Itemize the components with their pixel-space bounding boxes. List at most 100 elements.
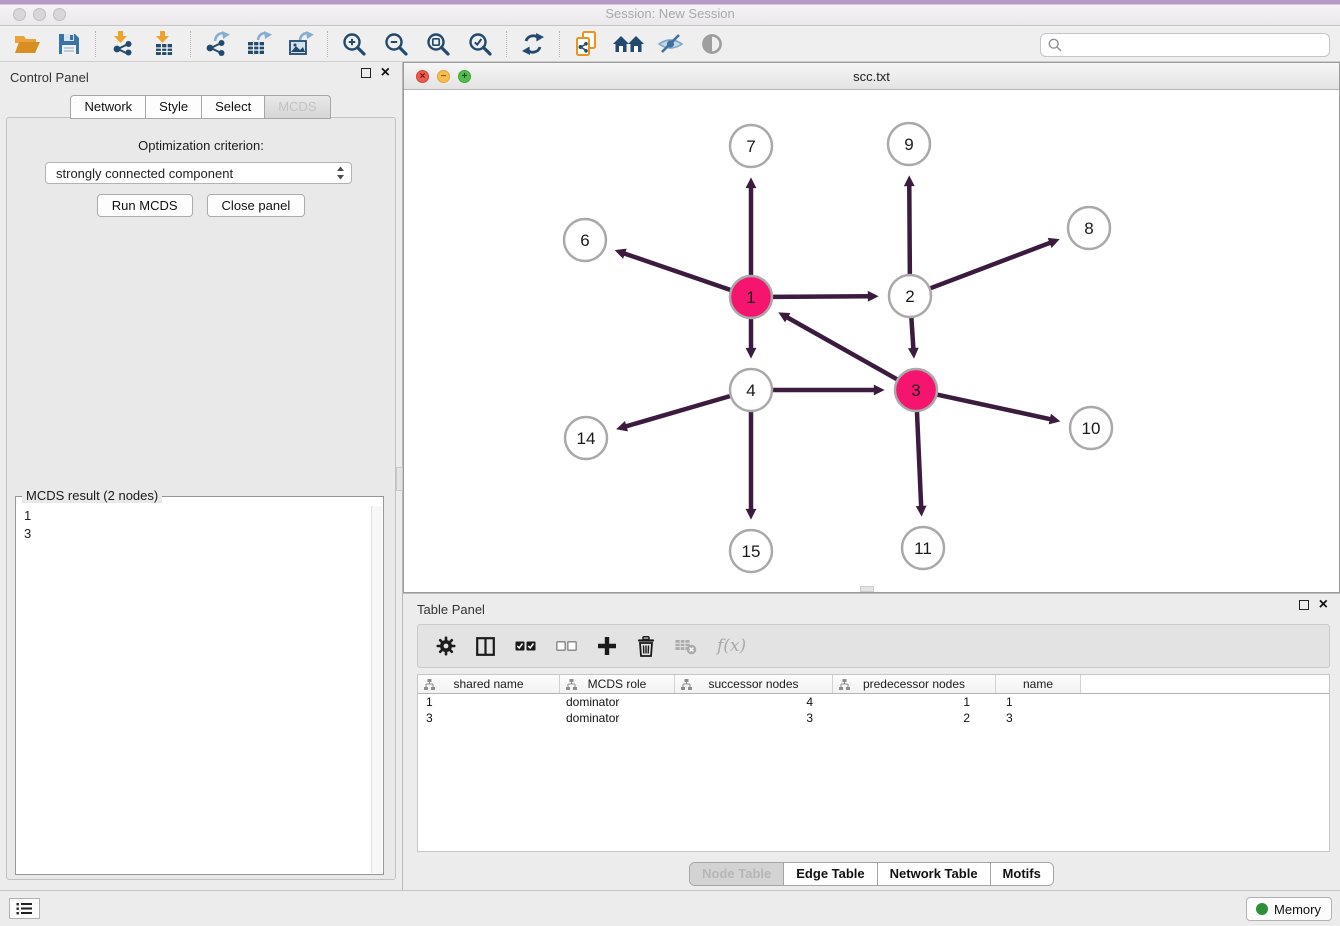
import-network-button[interactable] (101, 28, 143, 60)
cell-mcds-role[interactable]: dominator (560, 695, 675, 709)
delete-table-button-disabled[interactable] (675, 638, 697, 655)
graph-edge-2-3[interactable] (911, 318, 913, 350)
graph-node-label: 14 (577, 429, 596, 448)
export-network-button[interactable] (196, 28, 238, 60)
app-titlebar: Session: New Session (0, 0, 1340, 26)
column-header-successor-nodes[interactable]: successor nodes (675, 675, 833, 693)
graph-edge-3-1[interactable] (786, 317, 897, 380)
graph-edge-2-9[interactable] (909, 184, 910, 274)
zoom-in-button[interactable] (333, 28, 375, 60)
cell-name[interactable]: 3 (996, 711, 1081, 725)
show-column-button[interactable] (476, 637, 495, 656)
close-panel-button[interactable]: Close panel (207, 194, 306, 217)
zoom-selected-button[interactable] (459, 28, 501, 60)
tab-network-table[interactable]: Network Table (877, 863, 990, 885)
optimization-criterion-value: strongly connected component (56, 166, 336, 181)
mcds-result-list[interactable]: 1 3 (16, 501, 369, 872)
zoom-fit-button[interactable] (417, 28, 459, 60)
network-window-titlebar[interactable]: × − + scc.txt (404, 63, 1339, 90)
table-panel: Table Panel × (403, 593, 1340, 890)
status-bar: Memory (0, 890, 1340, 926)
table-panel-float-icon[interactable] (1299, 600, 1309, 610)
tab-mcds[interactable]: MCDS (264, 95, 330, 119)
tab-style[interactable]: Style (145, 95, 202, 119)
hierarchy-icon (839, 679, 850, 690)
graph-node-label: 4 (746, 381, 755, 400)
select-stepper-icon (336, 166, 345, 180)
import-table-button[interactable] (143, 28, 185, 60)
horizontal-splitter-grip[interactable] (860, 586, 874, 592)
table-panel-close-icon[interactable]: × (1319, 600, 1328, 610)
hide-eye-icon (657, 33, 684, 55)
column-label: successor nodes (708, 677, 798, 691)
control-panel-float-icon[interactable] (361, 68, 371, 78)
export-image-button[interactable] (280, 28, 322, 60)
control-panel-close-icon[interactable]: × (381, 68, 390, 78)
graph-edge-4-14[interactable] (624, 396, 729, 427)
graph-node-label: 11 (914, 539, 932, 558)
new-network-from-selection-button[interactable] (565, 28, 607, 60)
table-panel-title: Table Panel (417, 602, 485, 617)
memory-button[interactable]: Memory (1246, 897, 1332, 921)
tab-select[interactable]: Select (201, 95, 265, 119)
table-settings-button[interactable] (436, 636, 456, 656)
graph-edge-3-10[interactable] (937, 395, 1051, 420)
cell-predecessor-nodes[interactable]: 2 (833, 711, 996, 725)
run-mcds-button[interactable]: Run MCDS (97, 194, 193, 217)
deselect-all-rows-button[interactable] (556, 641, 577, 651)
first-neighbors-button[interactable] (607, 28, 649, 60)
cell-shared-name[interactable]: 1 (418, 695, 560, 709)
save-session-button[interactable] (48, 28, 90, 60)
control-panel-title: Control Panel (10, 70, 89, 85)
search-input[interactable] (1067, 38, 1322, 52)
zoom-out-button[interactable] (375, 28, 417, 60)
graph-node-label: 9 (904, 135, 913, 154)
tab-network[interactable]: Network (70, 95, 146, 119)
cell-name[interactable]: 1 (996, 695, 1081, 709)
column-label: name (1023, 677, 1053, 691)
column-header-name[interactable]: name (996, 675, 1081, 693)
panel-splitter-grip[interactable] (396, 467, 403, 491)
refresh-button[interactable] (512, 28, 554, 60)
tab-edge-table[interactable]: Edge Table (783, 863, 876, 885)
memory-label: Memory (1274, 902, 1321, 917)
create-column-button[interactable] (597, 636, 617, 656)
checked-checkboxes-icon (515, 641, 536, 651)
graph-edge-1-6[interactable] (623, 253, 730, 290)
optimization-criterion-select[interactable]: strongly connected component (45, 162, 352, 184)
tab-node-table[interactable]: Node Table (690, 863, 783, 885)
graph-node-label: 10 (1082, 419, 1101, 438)
show-hidden-button[interactable] (691, 28, 733, 60)
mcds-result-scrollbar[interactable] (371, 506, 382, 873)
show-eye-icon (701, 33, 723, 55)
export-table-button[interactable] (238, 28, 280, 60)
column-header-predecessor-nodes[interactable]: predecessor nodes (833, 675, 996, 693)
delete-column-button[interactable] (637, 636, 655, 657)
graph-node-label: 7 (746, 137, 755, 156)
task-history-button[interactable] (9, 898, 40, 919)
network-canvas[interactable]: 1234678910111415 (404, 90, 1339, 592)
graph-edge-2-8[interactable] (931, 242, 1052, 288)
tab-motifs[interactable]: Motifs (990, 863, 1053, 885)
column-header-mcds-role[interactable]: MCDS role (560, 675, 675, 693)
graph-edge-1-2[interactable] (773, 296, 870, 297)
cell-predecessor-nodes[interactable]: 1 (833, 695, 996, 709)
cell-successor-nodes[interactable]: 3 (675, 711, 833, 725)
open-session-button[interactable] (6, 28, 48, 60)
table-row[interactable]: 1 dominator 4 1 1 (418, 694, 1329, 710)
function-builder-button-disabled[interactable]: f(x) (717, 636, 746, 656)
column-header-shared-name[interactable]: shared name (418, 675, 560, 693)
table-row[interactable]: 3 dominator 3 2 3 (418, 710, 1329, 726)
graph-edge-3-11[interactable] (917, 412, 921, 508)
search-box[interactable] (1040, 33, 1330, 57)
cell-successor-nodes[interactable]: 4 (675, 695, 833, 709)
export-image-icon (288, 31, 314, 56)
graph-node-label: 3 (911, 381, 920, 400)
control-panel: Control Panel × Network Style Select MCD… (0, 62, 403, 890)
select-all-rows-button[interactable] (515, 641, 536, 651)
cell-shared-name[interactable]: 3 (418, 711, 560, 725)
toolbar-separator (190, 31, 191, 57)
cell-mcds-role[interactable]: dominator (560, 711, 675, 725)
hide-selected-button[interactable] (649, 28, 691, 60)
graph-node-label: 15 (742, 542, 761, 561)
